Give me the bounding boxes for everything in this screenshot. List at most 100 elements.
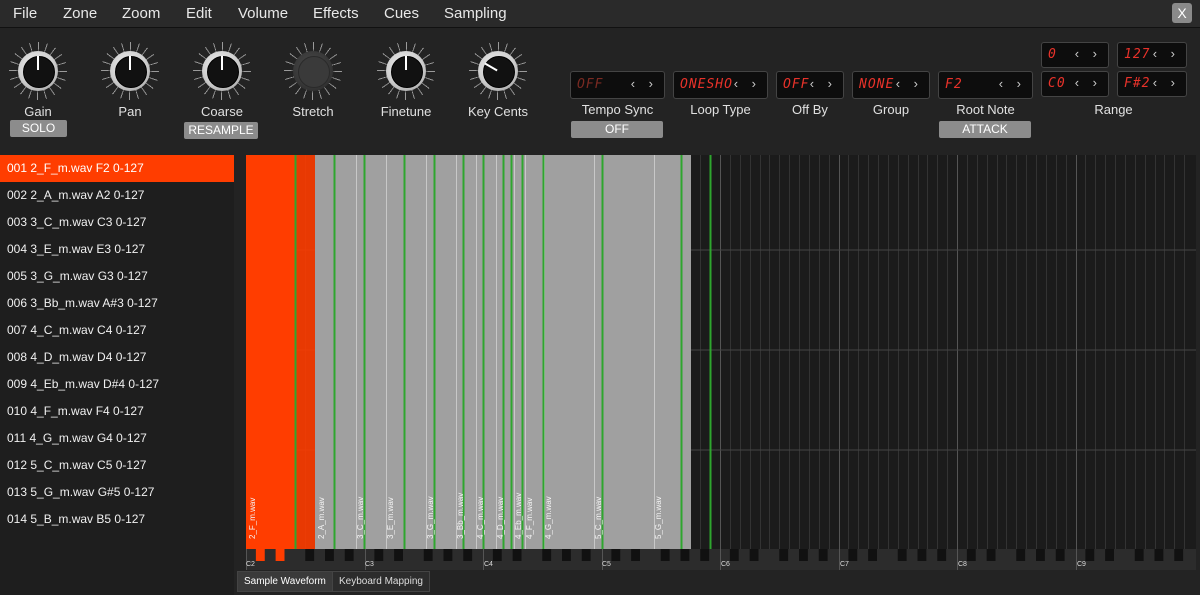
black-key[interactable] xyxy=(680,549,690,561)
sample-list-item[interactable]: 004 3_E_m.wav E3 0-127 xyxy=(0,236,234,263)
black-key[interactable] xyxy=(848,549,858,561)
range-vel-high-display[interactable]: 127 ‹ › xyxy=(1117,42,1187,68)
black-key-selected[interactable] xyxy=(255,549,265,561)
black-key[interactable] xyxy=(1036,549,1045,561)
sample-list-item[interactable]: 014 5_B_m.wav B5 0-127 xyxy=(0,506,234,533)
black-key[interactable] xyxy=(581,549,591,561)
keyboard-mapping-grid[interactable]: 2_F_m.wav 2_A_m.wav 3_C_m.wav 3_E_m.wav … xyxy=(246,155,1196,549)
black-key[interactable] xyxy=(492,549,502,561)
black-key[interactable] xyxy=(700,549,710,561)
black-key[interactable] xyxy=(799,549,808,561)
root-note-arrows[interactable]: ‹ › xyxy=(999,76,1026,91)
menu-edit[interactable]: Edit xyxy=(186,5,212,22)
black-key[interactable] xyxy=(1174,549,1184,561)
black-key[interactable] xyxy=(868,549,877,561)
loop-type-display[interactable]: ONESHO ‹ › xyxy=(673,71,768,99)
black-key[interactable] xyxy=(1055,549,1065,561)
black-key[interactable] xyxy=(749,549,759,561)
zone-map-canvas[interactable] xyxy=(246,155,1196,549)
black-key[interactable] xyxy=(562,549,571,561)
menu-sampling[interactable]: Sampling xyxy=(444,5,507,22)
range-vel-low-arrows[interactable]: ‹ › xyxy=(1075,46,1102,61)
black-key[interactable] xyxy=(463,549,473,561)
gain-knob[interactable] xyxy=(9,42,67,100)
range-key-low-display[interactable]: C0 ‹ › xyxy=(1041,71,1109,97)
black-key[interactable] xyxy=(443,549,453,561)
menu-zoom[interactable]: Zoom xyxy=(122,5,160,22)
loop-type-label: Loop Type xyxy=(690,102,751,117)
black-key[interactable] xyxy=(1134,549,1144,561)
black-key-selected[interactable] xyxy=(275,549,285,561)
sample-list-item[interactable]: 005 3_G_m.wav G3 0-127 xyxy=(0,263,234,290)
menu-cues[interactable]: Cues xyxy=(384,5,419,22)
sample-list-item[interactable]: 008 4_D_m.wav D4 0-127 xyxy=(0,344,234,371)
range-key-low-arrows[interactable]: ‹ › xyxy=(1075,75,1102,90)
sample-list-item[interactable]: 007 4_C_m.wav C4 0-127 xyxy=(0,317,234,344)
black-key[interactable] xyxy=(779,549,789,561)
sample-list-item[interactable]: 002 2_A_m.wav A2 0-127 xyxy=(0,182,234,209)
selected-zone-tail[interactable] xyxy=(295,155,315,549)
selected-zone[interactable] xyxy=(246,155,295,549)
black-key[interactable] xyxy=(631,549,640,561)
menu-effects[interactable]: Effects xyxy=(313,5,359,22)
sample-list-item[interactable]: 001 2_F_m.wav F2 0-127 xyxy=(0,155,234,182)
finetune-knob[interactable] xyxy=(377,42,435,100)
black-key[interactable] xyxy=(611,549,621,561)
tempo-sync-arrows[interactable]: ‹ › xyxy=(631,76,658,91)
solo-button[interactable]: SOLO xyxy=(10,120,67,137)
pan-knob[interactable] xyxy=(101,42,159,100)
off-by-display[interactable]: OFF ‹ › xyxy=(776,71,844,99)
coarse-knob[interactable] xyxy=(193,42,251,100)
range-vel-low-display[interactable]: 0 ‹ › xyxy=(1041,42,1109,68)
sample-list-item[interactable]: 006 3_Bb_m.wav A#3 0-127 xyxy=(0,290,234,317)
black-key[interactable] xyxy=(344,549,354,561)
sample-list-item[interactable]: 009 4_Eb_m.wav D#4 0-127 xyxy=(0,371,234,398)
black-key[interactable] xyxy=(305,549,315,561)
stretch-knob[interactable] xyxy=(284,42,342,100)
sample-list-item[interactable]: 003 3_C_m.wav C3 0-127 xyxy=(0,209,234,236)
black-key[interactable] xyxy=(729,549,739,561)
attack-button[interactable]: ATTACK xyxy=(939,121,1031,138)
range-key-high-display[interactable]: F#2 ‹ › xyxy=(1117,71,1187,97)
black-key[interactable] xyxy=(917,549,927,561)
group-display[interactable]: NONE ‹ › xyxy=(852,71,930,99)
black-key[interactable] xyxy=(394,549,403,561)
close-button[interactable]: X xyxy=(1172,3,1192,23)
black-key[interactable] xyxy=(986,549,996,561)
black-key[interactable] xyxy=(423,549,433,561)
menu-volume[interactable]: Volume xyxy=(238,5,288,22)
black-key[interactable] xyxy=(660,549,670,561)
menu-file[interactable]: File xyxy=(13,5,37,22)
black-key[interactable] xyxy=(374,549,384,561)
black-key[interactable] xyxy=(897,549,907,561)
tempo-sync-button[interactable]: OFF xyxy=(571,121,663,138)
key-cents-knob[interactable] xyxy=(469,42,527,100)
black-key[interactable] xyxy=(937,549,947,561)
black-key[interactable] xyxy=(1105,549,1114,561)
tempo-sync-value: OFF xyxy=(577,77,604,92)
black-key[interactable] xyxy=(1154,549,1164,561)
tab-keyboard-mapping[interactable]: Keyboard Mapping xyxy=(332,571,430,592)
sample-list-item[interactable]: 012 5_C_m.wav C5 0-127 xyxy=(0,452,234,479)
black-key[interactable] xyxy=(325,549,334,561)
black-key[interactable] xyxy=(1085,549,1095,561)
black-key[interactable] xyxy=(966,549,976,561)
piano-keyboard[interactable]: C2 C3 C4 C5 C6 C7 C8 C9 xyxy=(246,549,1196,570)
range-key-high-arrows[interactable]: ‹ › xyxy=(1153,75,1180,90)
black-key[interactable] xyxy=(818,549,828,561)
sample-list-item[interactable]: 013 5_G_m.wav G#5 0-127 xyxy=(0,479,234,506)
black-key[interactable] xyxy=(1016,549,1026,561)
sample-list-item[interactable]: 011 4_G_m.wav G4 0-127 xyxy=(0,425,234,452)
black-key[interactable] xyxy=(512,549,522,561)
range-vel-high-arrows[interactable]: ‹ › xyxy=(1153,46,1180,61)
off-by-arrows[interactable]: ‹ › xyxy=(810,76,837,91)
tempo-sync-display[interactable]: OFF ‹ › xyxy=(570,71,665,99)
root-note-display[interactable]: F2 ‹ › xyxy=(938,71,1033,99)
tab-sample-waveform[interactable]: Sample Waveform xyxy=(237,571,333,592)
sample-list-item[interactable]: 010 4_F_m.wav F4 0-127 xyxy=(0,398,234,425)
loop-type-arrows[interactable]: ‹ › xyxy=(734,76,761,91)
menu-zone[interactable]: Zone xyxy=(63,5,97,22)
black-key[interactable] xyxy=(542,549,552,561)
group-arrows[interactable]: ‹ › xyxy=(896,76,923,91)
resample-button[interactable]: RESAMPLE xyxy=(184,122,258,139)
